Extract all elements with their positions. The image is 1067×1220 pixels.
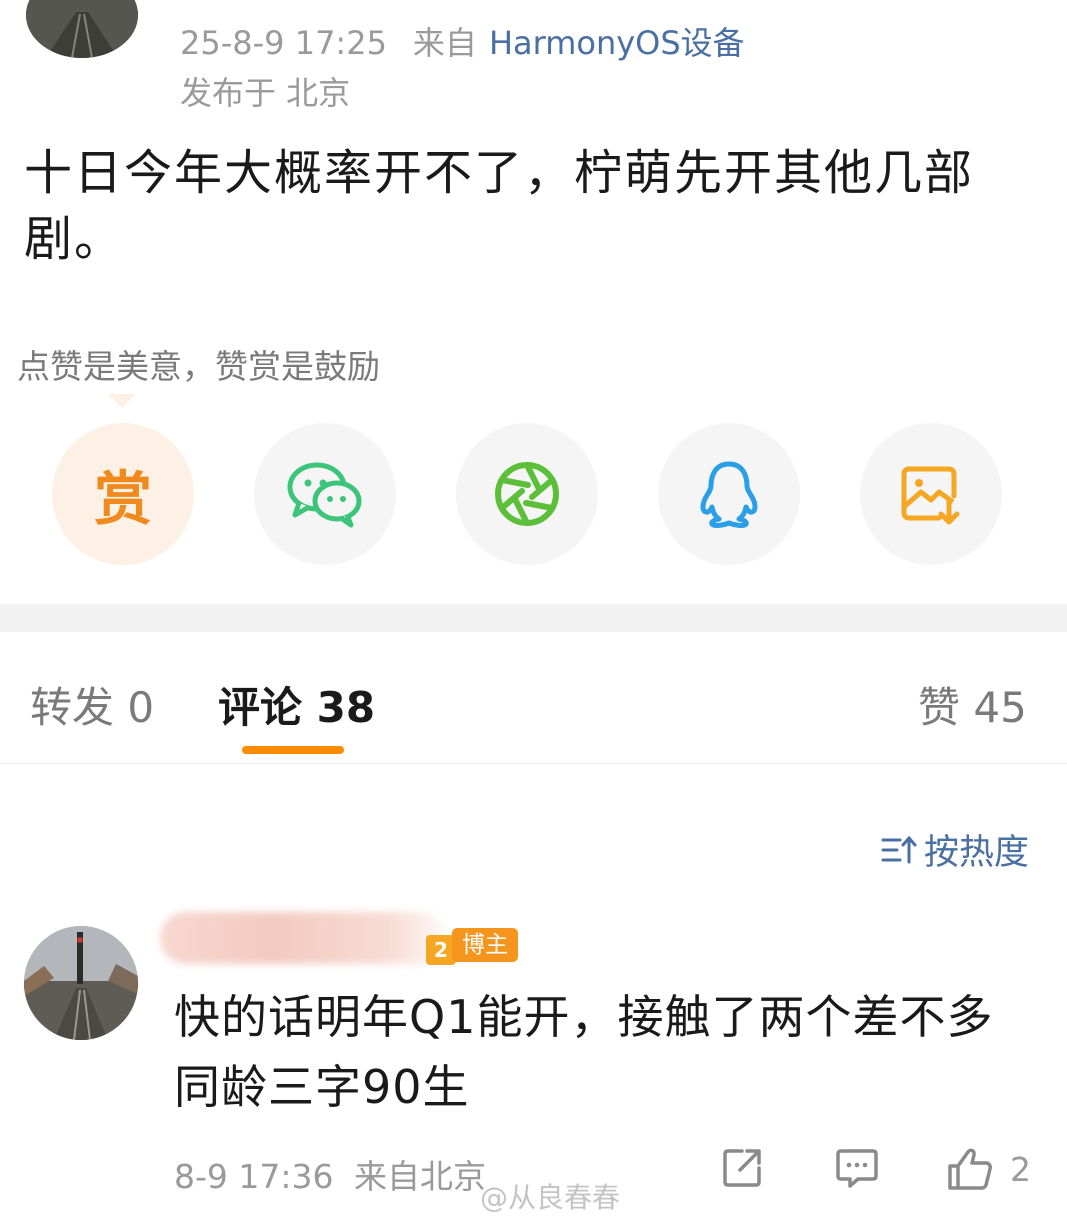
comment-meta: 8-9 17:36 来自北京 — [174, 1150, 486, 1198]
comment-text: 快的话明年Q1能开，接触了两个差不多同龄三字90生 — [174, 990, 994, 1114]
comment-reply-button[interactable] — [834, 1146, 880, 1194]
comment-time: 8-9 17:36 — [174, 1157, 334, 1196]
reward-hint-pointer — [108, 394, 136, 408]
commenter-name-redacted[interactable] — [160, 912, 445, 964]
commenter-avatar[interactable] — [24, 926, 138, 1040]
post-timestamp: 25-8-9 17:25 — [180, 24, 387, 62]
comment-like-count: 2 — [1010, 1150, 1031, 1189]
share-moments-button[interactable] — [456, 423, 598, 565]
tabs-divider — [0, 763, 1067, 764]
sort-icon — [881, 835, 917, 863]
active-tab-indicator — [242, 746, 344, 754]
reward-button[interactable]: 赏 — [52, 423, 194, 565]
tab-repost[interactable]: 转发 0 — [30, 674, 154, 735]
thumbs-up-icon — [948, 1148, 992, 1190]
sort-label: 按热度 — [924, 833, 1030, 873]
tab-comments[interactable]: 评论 38 — [218, 674, 375, 735]
share-icon — [723, 1149, 761, 1187]
wechat-icon — [287, 462, 362, 528]
comment-like-button[interactable] — [946, 1146, 996, 1196]
comment-share-button[interactable] — [720, 1146, 764, 1194]
post-text: 十日今年大概率开不了，柠萌先开其他几部剧。 — [24, 145, 975, 267]
post-source-prefix: 来自 — [412, 24, 477, 62]
author-avatar[interactable] — [26, 0, 138, 58]
qq-icon — [700, 461, 758, 529]
blogger-badge: 博主 — [452, 928, 518, 962]
save-image-button[interactable] — [860, 423, 1002, 565]
moments-icon — [495, 462, 559, 526]
sort-button[interactable]: 按热度 — [880, 824, 1029, 875]
post-meta: 25-8-9 17:25 来自 HarmonyOS设备 — [180, 18, 745, 64]
post-source[interactable]: HarmonyOS设备 — [489, 24, 745, 62]
comment-icon — [836, 1149, 878, 1188]
section-divider — [0, 604, 1067, 632]
save-image-icon — [901, 466, 960, 525]
reward-icon: 赏 — [93, 465, 152, 533]
comment-location: 来自北京 — [354, 1157, 486, 1196]
reward-hint: 点赞是美意，赞赏是鼓励 — [17, 347, 380, 386]
share-wechat-button[interactable] — [254, 423, 396, 565]
watermark: @从良春春 — [480, 1181, 621, 1214]
post-location: 发布于 北京 — [180, 74, 351, 112]
share-qq-button[interactable] — [658, 423, 800, 565]
tab-likes[interactable]: 赞 45 — [918, 674, 1027, 735]
